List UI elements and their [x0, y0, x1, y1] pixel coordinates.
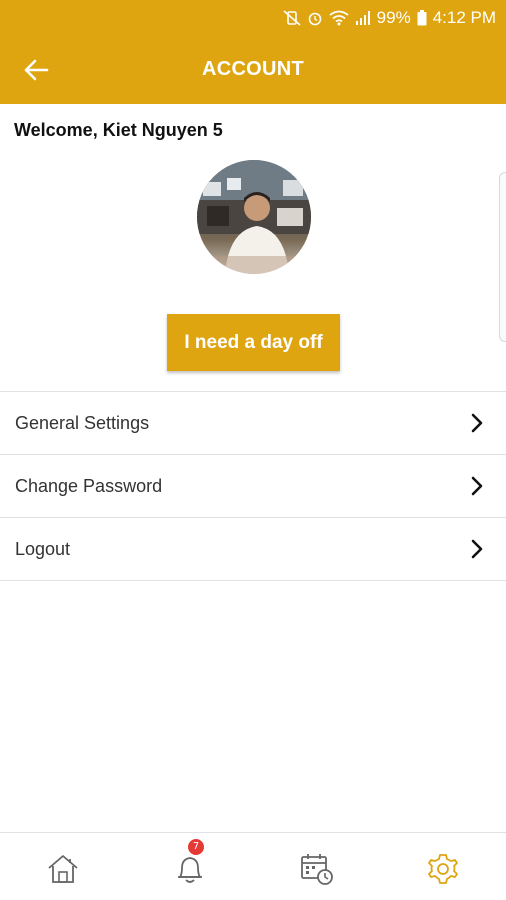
battery-percent: 99%	[376, 8, 411, 27]
menu-item-change-password[interactable]: Change Password	[0, 455, 506, 518]
nav-notifications-button[interactable]	[170, 851, 210, 887]
nav-schedule-button[interactable]	[297, 851, 337, 887]
menu-item-label: Change Password	[15, 475, 163, 496]
toolbar: ACCOUNT	[0, 36, 506, 104]
chevron-right-icon	[471, 476, 483, 496]
chevron-right-icon	[471, 413, 483, 433]
profile-photo	[197, 160, 311, 274]
welcome-text: Welcome, Kiet Nguyen 5	[14, 120, 223, 140]
battery-icon	[417, 10, 427, 26]
bottom-navigation: 7	[0, 832, 506, 900]
alarm-icon	[308, 12, 321, 26]
menu-item-label: Logout	[15, 538, 71, 559]
status-bar: 99% 4:12 PM	[0, 0, 506, 36]
account-menu: General Settings Change Password Logout	[0, 391, 506, 581]
mute-vibrate-icon	[283, 10, 301, 26]
chevron-right-icon	[471, 539, 483, 559]
signal-icon	[355, 11, 370, 25]
scroll-handle[interactable]	[499, 172, 506, 342]
menu-item-logout[interactable]: Logout	[0, 518, 506, 581]
menu-item-general-settings[interactable]: General Settings	[0, 392, 506, 455]
day-off-button[interactable]: I need a day off	[167, 314, 340, 371]
notification-badge: 7	[188, 839, 204, 855]
app-bar: 99% 4:12 PM ACCOUNT	[0, 0, 506, 104]
home-icon	[48, 855, 78, 883]
page-title: ACCOUNT	[201, 58, 305, 80]
nav-settings-button[interactable]	[423, 851, 463, 887]
nav-home-button[interactable]	[43, 851, 83, 887]
wifi-icon	[329, 10, 349, 26]
clock-time: 4:12 PM	[432, 8, 496, 27]
status-icons: 99% 4:12 PM	[283, 8, 496, 28]
bell-icon	[178, 857, 202, 883]
calendar-clock-icon	[301, 854, 333, 885]
avatar[interactable]	[197, 160, 311, 274]
menu-item-label: General Settings	[15, 412, 150, 433]
gear-icon	[428, 854, 458, 884]
